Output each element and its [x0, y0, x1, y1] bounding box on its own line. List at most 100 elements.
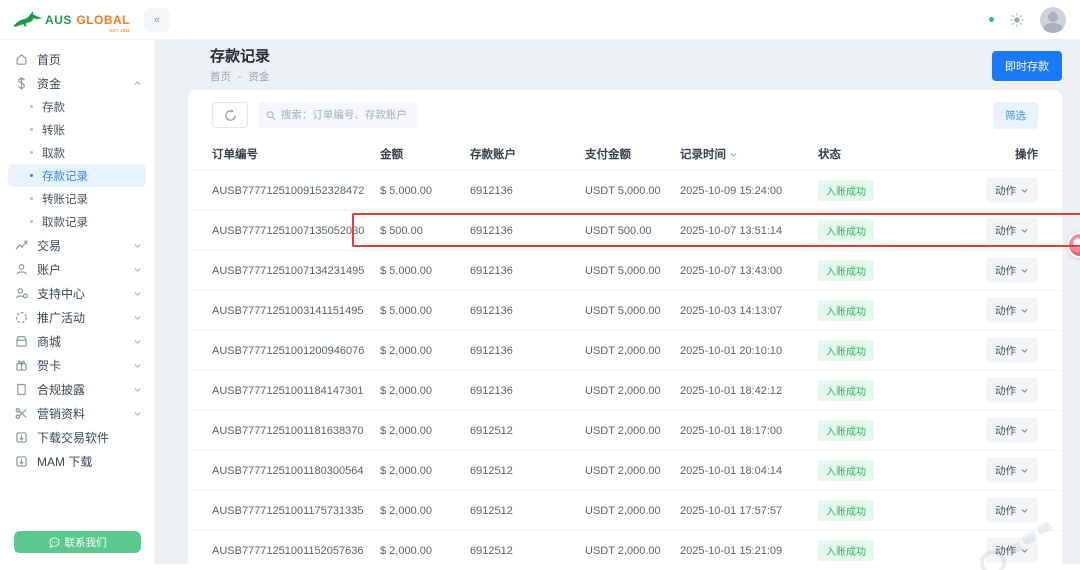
chevron-down-icon: [133, 289, 142, 298]
filter-button[interactable]: 筛选: [993, 102, 1038, 129]
bullet-icon: [30, 174, 33, 177]
chevron-down-icon: [1020, 546, 1029, 555]
col-order-no: 订单编号: [212, 146, 380, 162]
sidebar-item-compliance[interactable]: 合规披露: [0, 377, 154, 401]
cell-pay-amount: USDT 2,000.00: [585, 505, 680, 517]
user-avatar[interactable]: [1040, 7, 1066, 33]
sidebar-item-promotions[interactable]: 推广活动: [0, 305, 154, 329]
sidebar-item-label: 资金: [37, 75, 133, 92]
cell-order-no: AUSB77771251003141151495: [212, 305, 380, 317]
cell-action: 动作: [986, 258, 1038, 283]
cell-order-no: AUSB77771251009152328472: [212, 185, 380, 197]
brand-name-secondary: GLOBAL: [76, 13, 130, 27]
chevron-down-icon: [133, 241, 142, 250]
row-action-button[interactable]: 动作: [986, 258, 1038, 283]
sidebar-item-label: 支持中心: [37, 285, 133, 302]
sidebar-item-mam-download[interactable]: MAM 下载: [0, 449, 154, 473]
row-action-button[interactable]: 动作: [986, 498, 1038, 523]
brand-logo: AUS GLOBAL EST. 2011: [0, 6, 130, 34]
col-amount: 金额: [380, 146, 470, 162]
bullet-icon: [30, 151, 33, 154]
promo-icon: [14, 310, 28, 324]
brand-name-primary: AUS: [45, 13, 72, 27]
cell-amount: $ 2,000.00: [380, 345, 470, 357]
cell-deposit-account: 6912136: [470, 345, 585, 357]
cell-status: 入账成功: [818, 540, 978, 561]
row-action-button[interactable]: 动作: [986, 458, 1038, 483]
cell-deposit-account: 6912512: [470, 505, 585, 517]
support-icon: [14, 286, 28, 300]
search-icon: [266, 110, 276, 121]
status-badge: 入账成功: [818, 180, 874, 201]
sidebar-item-support-center[interactable]: 支持中心: [0, 281, 154, 305]
chevron-down-icon: [1020, 386, 1029, 395]
sidebar-item-label: 贺卡: [37, 357, 133, 374]
cell-pay-amount: USDT 5,000.00: [585, 185, 680, 197]
document-icon: [14, 382, 28, 396]
sidebar-item-account[interactable]: 账户: [0, 257, 154, 281]
cell-amount: $ 2,000.00: [380, 385, 470, 397]
sidebar-item-download-software[interactable]: 下载交易软件: [0, 425, 154, 449]
cell-action: 动作: [986, 418, 1038, 443]
sidebar-item-home[interactable]: 首页: [0, 47, 154, 71]
sidebar-item-withdraw[interactable]: 取款: [8, 141, 146, 164]
breadcrumb-home[interactable]: 首页: [210, 71, 231, 83]
chevron-down-icon: [1020, 306, 1029, 315]
cell-deposit-account: 6912136: [470, 385, 585, 397]
search-box[interactable]: [258, 102, 418, 128]
chevron-down-icon: [1020, 466, 1029, 475]
row-action-button[interactable]: 动作: [986, 178, 1038, 203]
sidebar-item-withdraw-records[interactable]: 取款记录: [8, 210, 146, 233]
cell-amount: $ 5,000.00: [380, 305, 470, 317]
sidebar-item-transfer-records[interactable]: 转账记录: [8, 187, 146, 210]
sidebar-item-funds[interactable]: 资金: [0, 71, 154, 95]
sidebar-item-gift-card[interactable]: 贺卡: [0, 353, 154, 377]
brand-name: AUS GLOBAL EST. 2011: [45, 12, 130, 34]
table-row: AUSB77771251001180300564$ 2,000.00691251…: [188, 450, 1062, 490]
theme-toggle-button[interactable]: [1010, 13, 1024, 27]
table-row: AUSB77771251007135052030$ 500.006912136U…: [188, 210, 1062, 250]
table-row: AUSB77771251001184147301$ 2,000.00691213…: [188, 370, 1062, 410]
instant-deposit-button[interactable]: 即时存款: [992, 51, 1062, 81]
table-row: AUSB77771251001200946076$ 2,000.00691213…: [188, 330, 1062, 370]
cell-order-no: AUSB77771251001180300564: [212, 465, 380, 477]
row-action-button[interactable]: 动作: [986, 218, 1038, 243]
status-badge: 入账成功: [818, 380, 874, 401]
search-input[interactable]: [281, 109, 410, 121]
sidebar-item-mall[interactable]: 商城: [0, 329, 154, 353]
chevron-down-icon: [133, 361, 142, 370]
row-action-button[interactable]: 动作: [986, 538, 1038, 563]
row-action-button[interactable]: 动作: [986, 378, 1038, 403]
chevron-down-icon: [1020, 186, 1029, 195]
sidebar-subitem-label: 取款记录: [42, 214, 88, 230]
sidebar-collapse-button[interactable]: «: [144, 8, 170, 32]
scissors-icon: [14, 406, 28, 420]
funds-icon: [14, 76, 28, 90]
sidebar-item-trading[interactable]: 交易: [0, 233, 154, 257]
cell-action: 动作: [986, 218, 1038, 243]
col-record-time[interactable]: 记录时间: [680, 146, 818, 162]
cell-deposit-account: 6912512: [470, 425, 585, 437]
home-icon: [14, 52, 28, 66]
sidebar-item-label: 合规披露: [37, 381, 133, 398]
bullet-icon: [30, 197, 33, 200]
sidebar-item-transfer[interactable]: 转账: [8, 118, 146, 141]
row-action-button[interactable]: 动作: [986, 298, 1038, 323]
cell-deposit-account: 6912512: [470, 465, 585, 477]
row-action-button[interactable]: 动作: [986, 338, 1038, 363]
cell-pay-amount: USDT 5,000.00: [585, 305, 680, 317]
bullet-icon: [30, 220, 33, 223]
sidebar-item-marketing[interactable]: 营销资料: [0, 401, 154, 425]
cell-pay-amount: USDT 5,000.00: [585, 265, 680, 277]
cell-amount: $ 2,000.00: [380, 425, 470, 437]
sidebar-item-deposit[interactable]: 存款: [8, 95, 146, 118]
refresh-button[interactable]: [212, 102, 248, 128]
row-action-button[interactable]: 动作: [986, 418, 1038, 443]
sidebar-subitem-label: 取款: [42, 145, 65, 161]
cell-order-no: AUSB77771251007135052030: [212, 225, 380, 237]
chevron-down-icon: [133, 385, 142, 394]
sidebar-item-deposit-records[interactable]: 存款记录: [8, 164, 146, 187]
table-row: AUSB77771251003141151495$ 5,000.00691213…: [188, 290, 1062, 330]
breadcrumb-section: 资金: [248, 71, 269, 83]
contact-us-button[interactable]: 联系我们: [14, 531, 141, 553]
